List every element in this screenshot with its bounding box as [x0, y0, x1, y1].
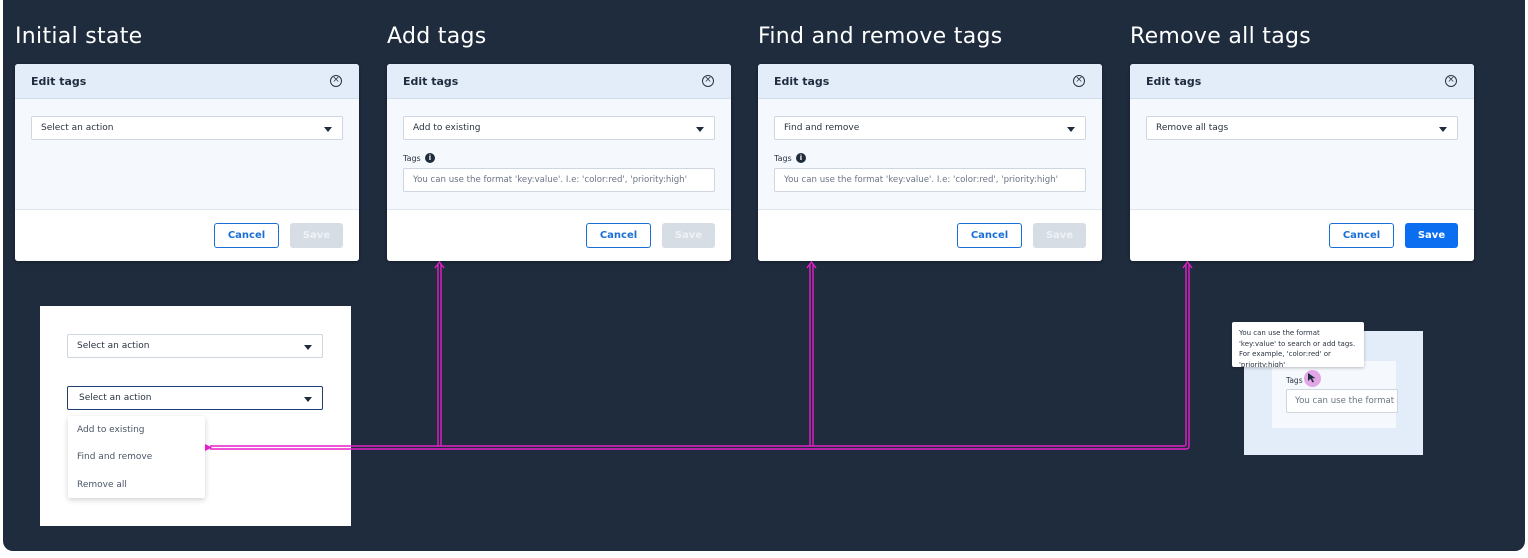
caret-down-icon — [324, 127, 332, 132]
action-select-closed[interactable]: Select an action — [67, 334, 323, 358]
action-dropdown-menu: Add to existing Find and remove Remove a… — [68, 416, 205, 498]
cancel-button[interactable]: Cancel — [1329, 223, 1394, 248]
info-icon[interactable]: i — [796, 153, 806, 163]
tags-tooltip: You can use the format 'key:value' to se… — [1232, 322, 1364, 367]
dialog-header: Edit tags × — [15, 64, 359, 99]
caret-down-icon — [696, 127, 704, 132]
save-button[interactable]: Save — [290, 223, 343, 248]
caret-down-icon — [304, 397, 312, 402]
tooltip-example-inner: Tags You can use the format — [1272, 361, 1398, 428]
action-select-value: Find and remove — [784, 123, 860, 133]
pointer-cursor-icon — [1307, 372, 1318, 383]
save-button[interactable]: Save — [1033, 223, 1086, 248]
action-select[interactable]: Add to existing — [403, 116, 715, 140]
dialog-footer: Cancel Save — [15, 209, 359, 261]
tags-input-placeholder: You can use the format 'key:value'. I.e:… — [413, 175, 687, 185]
tags-input[interactable]: You can use the format 'key:value'. I.e:… — [403, 168, 715, 192]
action-select-value: Select an action — [77, 341, 150, 351]
action-select[interactable]: Remove all tags — [1146, 116, 1458, 140]
close-icon[interactable]: × — [1073, 75, 1085, 87]
tags-input[interactable]: You can use the format 'key:value'. I.e:… — [774, 168, 1086, 192]
menu-item-remove-all[interactable]: Remove all — [77, 480, 127, 490]
dialog-footer: Cancel Save — [387, 209, 731, 261]
column-title-add-tags: Add tags — [387, 24, 487, 49]
caret-down-icon — [1439, 127, 1447, 132]
tags-label: Tags — [403, 154, 421, 163]
cancel-button[interactable]: Cancel — [957, 223, 1022, 248]
tags-label: Tags — [774, 154, 792, 163]
edit-tags-dialog-find-remove: Edit tags × Find and remove Tags i You c… — [758, 64, 1102, 261]
close-icon[interactable]: × — [1445, 75, 1457, 87]
dialog-header: Edit tags × — [387, 64, 731, 99]
dialog-header: Edit tags × — [1130, 64, 1474, 99]
caret-down-icon — [1067, 127, 1075, 132]
info-icon[interactable]: i — [425, 153, 435, 163]
dialog-footer: Cancel Save — [1130, 209, 1474, 261]
dialog-footer: Cancel Save — [758, 209, 1102, 261]
save-button[interactable]: Save — [662, 223, 715, 248]
edit-tags-dialog-remove-all: Edit tags × Remove all tags Cancel Save — [1130, 64, 1474, 261]
column-title-find-and-remove-tags: Find and remove tags — [758, 24, 1003, 49]
dialog-title: Edit tags — [1146, 75, 1202, 88]
action-select[interactable]: Find and remove — [774, 116, 1086, 140]
action-select-open[interactable]: Select an action — [67, 386, 323, 410]
dialog-title: Edit tags — [31, 75, 87, 88]
action-select-value: Select an action — [41, 123, 114, 133]
action-select-value: Add to existing — [413, 123, 481, 133]
save-button[interactable]: Save — [1405, 223, 1458, 248]
column-title-remove-all-tags: Remove all tags — [1130, 24, 1312, 49]
dialog-title: Edit tags — [774, 75, 830, 88]
tags-input[interactable]: You can use the format — [1286, 389, 1398, 413]
column-title-initial-state: Initial state — [15, 24, 143, 49]
close-icon[interactable]: × — [330, 75, 342, 87]
tags-label: Tags — [1286, 376, 1303, 385]
menu-item-find-and-remove[interactable]: Find and remove — [77, 452, 152, 462]
tags-input-placeholder: You can use the format 'key:value'. I.e:… — [784, 175, 1058, 185]
cancel-button[interactable]: Cancel — [214, 223, 279, 248]
tags-input-placeholder: You can use the format — [1295, 396, 1395, 406]
action-select-value: Select an action — [79, 393, 152, 403]
edit-tags-dialog-add: Edit tags × Add to existing Tags i You c… — [387, 64, 731, 261]
dialog-header: Edit tags × — [758, 64, 1102, 99]
caret-down-icon — [304, 345, 312, 350]
menu-item-add-to-existing[interactable]: Add to existing — [77, 425, 145, 435]
action-select[interactable]: Select an action — [31, 116, 343, 140]
cancel-button[interactable]: Cancel — [586, 223, 651, 248]
action-select-value: Remove all tags — [1156, 123, 1229, 133]
close-icon[interactable]: × — [702, 75, 714, 87]
dialog-title: Edit tags — [403, 75, 459, 88]
edit-tags-dialog-initial: Edit tags × Select an action Cancel Save — [15, 64, 359, 261]
